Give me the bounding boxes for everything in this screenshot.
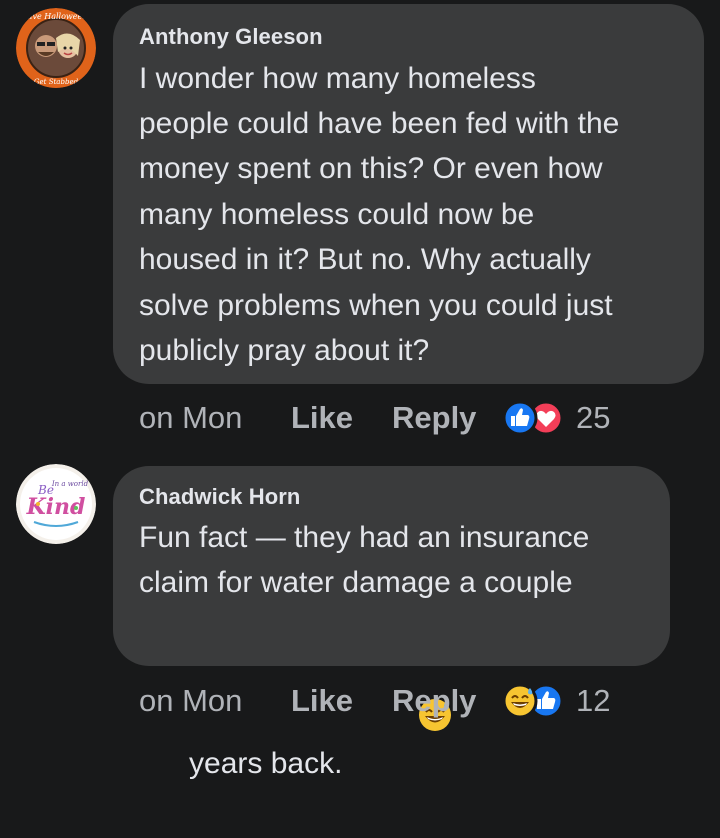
grinning-sweat-emoji-icon	[350, 652, 453, 793]
avatar-small-text: In a world	[51, 480, 89, 488]
comment-chadwick-horn: In a world Be Kind Chadwick Horn Fun fac…	[0, 460, 720, 780]
reaction-count: 12	[576, 683, 611, 718]
reaction-icons	[502, 400, 564, 436]
like-button[interactable]: Like	[291, 683, 392, 719]
comment-author[interactable]: Anthony Gleeson	[139, 24, 323, 50]
reply-button[interactable]: Reply	[392, 683, 502, 719]
be-kind-avatar-icon: In a world Be Kind	[16, 464, 96, 544]
reaction-count: 25	[576, 400, 611, 435]
comment-text-line: people could have been fed with the	[139, 107, 620, 140]
halloween-frame-avatar-icon: Live Halloween Get Stabbed	[16, 8, 96, 88]
comment-text-line: money spent on this? Or even how	[139, 152, 603, 185]
avatar-frame-top-text: Live Halloween	[24, 12, 88, 21]
comment-text-line: housed in it? But no. Why actually	[139, 243, 591, 276]
comment-text-line: publicly pray about it?	[139, 334, 430, 367]
grinning-sweat-icon	[502, 683, 538, 719]
comment-timestamp[interactable]: on Mon	[139, 400, 291, 436]
comment-author[interactable]: Chadwick Horn	[139, 484, 300, 510]
like-icon	[502, 400, 538, 436]
reaction-summary[interactable]: 25	[502, 400, 610, 436]
comment-timestamp[interactable]: on Mon	[139, 683, 291, 719]
comment-text-line-last: years back.	[139, 606, 453, 838]
avatar-chadwick-horn[interactable]: In a world Be Kind	[16, 464, 96, 544]
comment-text-line: Fun fact — they had an insurance	[139, 521, 590, 554]
comment-anthony-gleeson: Live Halloween Get Stabbed Anthony Glees…	[0, 0, 720, 450]
like-button[interactable]: Like	[291, 400, 392, 436]
comment-actions: on Mon Like Reply 12	[139, 681, 610, 721]
comment-bubble: Chadwick Horn Fun fact — they had an ins…	[113, 466, 670, 780]
comment-bubble: Anthony Gleeson I wonder how many homele…	[113, 4, 704, 384]
comment-text-line: solve problems when you could just	[139, 289, 613, 322]
comment-text: years back.	[189, 746, 343, 780]
avatar-frame-bottom-text: Get Stabbed	[34, 78, 79, 86]
reply-button[interactable]: Reply	[392, 400, 502, 436]
comment-text-line: claim for water damage a couple	[139, 566, 573, 599]
avatar-anthony-gleeson[interactable]: Live Halloween Get Stabbed	[16, 8, 96, 88]
reaction-summary[interactable]: 12	[502, 683, 610, 719]
comment-actions: on Mon Like Reply 25	[139, 398, 610, 438]
comment-text-line: I wonder how many homeless	[139, 62, 536, 95]
comment-text-line: many homeless could now be	[139, 198, 535, 231]
reaction-icons	[502, 683, 564, 719]
